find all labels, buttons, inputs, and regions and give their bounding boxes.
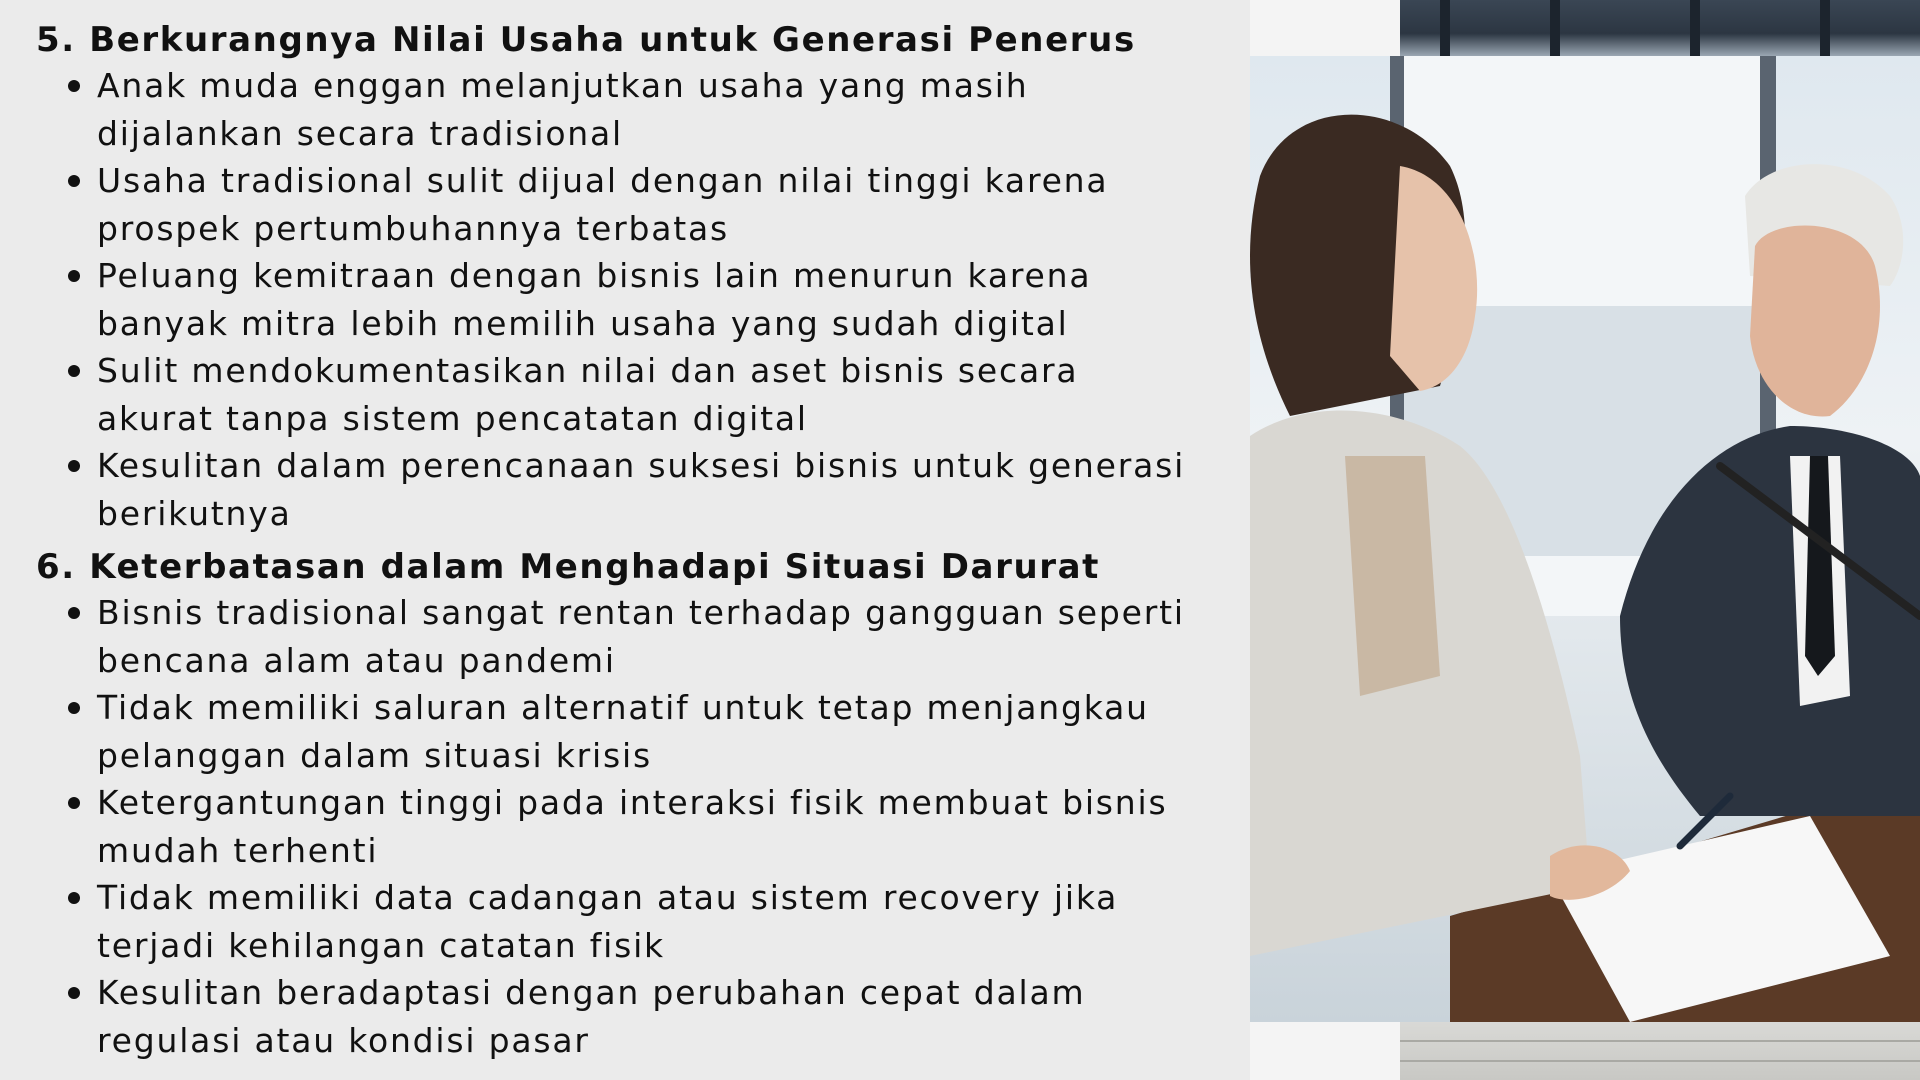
list-item-line: berikutnya xyxy=(97,493,292,533)
section-6-list: Bisnis tradisional sangat rentan terhada… xyxy=(36,589,1220,1064)
list-item-line: Anak muda enggan melanjutkan usaha yang … xyxy=(97,66,1029,105)
list-item-line: Usaha tradisional sulit dijual dengan ni… xyxy=(97,161,1109,200)
list-item: Kesulitan beradaptasi dengan perubahan c… xyxy=(36,969,1192,1064)
section-5-list: Anak muda enggan melanjutkan usaha yang … xyxy=(36,62,1220,537)
bullet-dot-icon xyxy=(68,175,80,187)
photo-bottom-strip xyxy=(1400,1022,1920,1080)
list-item: Kesulitan dalam perencanaan suksesi bisn… xyxy=(36,442,1192,537)
list-item-line: Bisnis tradisional sangat rentan terhada… xyxy=(97,593,1185,632)
list-item-line: mudah terhenti xyxy=(97,830,379,870)
window-frame xyxy=(1690,0,1700,56)
list-item-line: Sulit mendokumentasikan nilai dan aset b… xyxy=(97,351,1079,390)
bullet-dot-icon xyxy=(68,607,80,619)
list-item: Bisnis tradisional sangat rentan terhada… xyxy=(36,589,1192,684)
photo-panel xyxy=(1250,0,1920,1080)
business-meeting-photo xyxy=(1250,56,1920,1022)
list-item: Ketergantungan tinggi pada interaksi fis… xyxy=(36,779,1192,874)
woman-top xyxy=(1345,456,1440,696)
list-item: Peluang kemitraan dengan bisnis lain men… xyxy=(36,252,1192,347)
list-item: Usaha tradisional sulit dijual dengan ni… xyxy=(36,157,1192,252)
brick-line xyxy=(1400,1060,1920,1062)
list-item-line: regulasi atau kondisi pasar xyxy=(97,1020,590,1060)
photo-top-strip xyxy=(1400,0,1920,56)
content-panel: 5. Berkurangnya Nilai Usaha untuk Genera… xyxy=(0,0,1250,1080)
list-item-line: terjadi kehilangan catatan fisik xyxy=(97,925,665,965)
window-frame xyxy=(1440,0,1450,56)
list-item: Tidak memiliki data cadangan atau sistem… xyxy=(36,874,1192,969)
bullet-dot-icon xyxy=(68,365,80,377)
bullet-dot-icon xyxy=(68,987,80,999)
list-item-line: Peluang kemitraan dengan bisnis lain men… xyxy=(97,256,1092,295)
list-item-line: dijalankan secara tradisional xyxy=(97,113,624,153)
list-item-line: bencana alam atau pandemi xyxy=(97,640,616,680)
list-item: Sulit mendokumentasikan nilai dan aset b… xyxy=(36,347,1192,442)
list-item-line: Kesulitan beradaptasi dengan perubahan c… xyxy=(97,973,1086,1012)
section-title-5: 5. Berkurangnya Nilai Usaha untuk Genera… xyxy=(36,20,1136,60)
list-item: Anak muda enggan melanjutkan usaha yang … xyxy=(36,62,1192,157)
list-item-line: prospek pertumbuhannya terbatas xyxy=(97,208,730,248)
bullet-dot-icon xyxy=(68,460,80,472)
list-item-line: Tidak memiliki saluran alternatif untuk … xyxy=(97,688,1149,727)
list-item-line: Tidak memiliki data cadangan atau sistem… xyxy=(97,878,1119,917)
window-frame xyxy=(1550,0,1560,56)
list-item-line: akurat tanpa sistem pencatatan digital xyxy=(97,398,808,438)
meeting-illustration xyxy=(1250,56,1920,1022)
bullet-dot-icon xyxy=(68,702,80,714)
list-item-line: pelanggan dalam situasi krisis xyxy=(97,735,652,775)
bullet-dot-icon xyxy=(68,797,80,809)
window-frame xyxy=(1820,0,1830,56)
list-item-line: banyak mitra lebih memilih usaha yang su… xyxy=(97,303,1069,343)
man-face xyxy=(1750,225,1880,417)
list-item-line: Ketergantungan tinggi pada interaksi fis… xyxy=(97,783,1168,822)
bullet-dot-icon xyxy=(68,892,80,904)
list-item-line: Kesulitan dalam perencanaan suksesi bisn… xyxy=(97,446,1186,485)
bullet-dot-icon xyxy=(68,270,80,282)
bullet-dot-icon xyxy=(68,80,80,92)
section-title-6: 6. Keterbatasan dalam Menghadapi Situasi… xyxy=(36,547,1101,587)
brick-line xyxy=(1400,1040,1920,1042)
list-item: Tidak memiliki saluran alternatif untuk … xyxy=(36,684,1192,779)
